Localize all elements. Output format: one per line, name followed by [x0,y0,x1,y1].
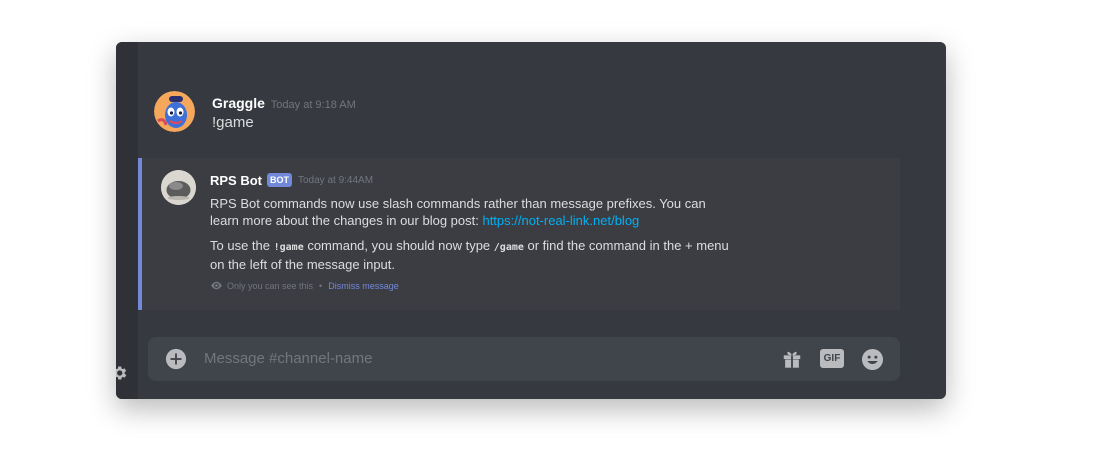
inline-code-slash-game: /game [493,242,524,253]
bot-message-header: RPS Bot BOT Today at 9:44AM [210,171,373,189]
bot-paragraph-2: To use the !game command, you should now… [210,237,730,273]
paragraph-2-part-a: To use the [210,238,274,253]
smiley-icon[interactable] [861,348,884,371]
message-header: Graggle Today at 9:18 AM [212,94,356,114]
bot-avatar[interactable] [161,170,196,205]
message-timestamp: Today at 9:18 AM [270,99,356,111]
rock-avatar-icon [161,170,196,205]
chat-window: Graggle Today at 9:18 AM !game RPS Bot B… [116,42,946,399]
message-content: !game [212,114,254,131]
eye-icon [211,281,222,290]
bot-badge: BOT [267,173,292,187]
plus-circle-icon[interactable] [165,348,187,370]
username[interactable]: Graggle [212,95,265,111]
gift-icon[interactable] [781,348,803,370]
user-avatar-icon [154,91,195,132]
ephemeral-message: RPS Bot BOT Today at 9:44AM RPS Bot comm… [138,158,900,310]
message-input-bar: Message #channel-name GIF [148,337,900,381]
message-input[interactable]: Message #channel-name [204,337,372,381]
channel-sidebar-edge [116,42,138,399]
footer-separator: • [319,280,323,291]
paragraph-2-part-b: command, you should now type [303,238,494,253]
ephemeral-footer: Only you can see this • Dismiss message [210,279,399,292]
user-message: Graggle Today at 9:18 AM !game [154,91,854,135]
bot-message-timestamp: Today at 9:44AM [298,174,374,186]
bot-paragraph-1: RPS Bot commands now use slash commands … [210,195,730,229]
dismiss-message-link[interactable]: Dismiss message [328,281,399,291]
gear-icon[interactable] [116,364,128,382]
inline-code-game: !game [273,242,304,253]
gif-button[interactable]: GIF [820,349,844,368]
visibility-note: Only you can see this [227,280,314,291]
avatar[interactable] [154,91,195,132]
blog-link[interactable]: https://not-real-link.net/blog [482,213,639,228]
bot-message-body: RPS Bot commands now use slash commands … [210,195,730,273]
bot-name[interactable]: RPS Bot [210,173,262,188]
